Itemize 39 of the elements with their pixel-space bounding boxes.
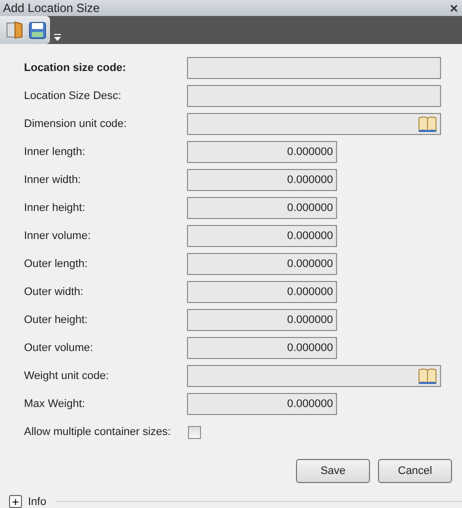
lookup-field[interactable] bbox=[187, 365, 441, 387]
number-field[interactable]: 0.000000 bbox=[187, 281, 337, 303]
save-button[interactable]: Save bbox=[296, 459, 370, 483]
section-label: Info bbox=[28, 496, 46, 508]
number-field[interactable]: 0.000000 bbox=[187, 337, 337, 359]
field-label: Inner length: bbox=[24, 146, 86, 158]
field-label: Outer height: bbox=[24, 314, 89, 326]
field-label: Dimension unit code: bbox=[24, 118, 128, 130]
number-field[interactable]: 0.000000 bbox=[187, 169, 337, 191]
field-label: Inner height: bbox=[24, 202, 86, 214]
cancel-button[interactable]: Cancel bbox=[378, 459, 452, 483]
field-label: Outer volume: bbox=[24, 342, 94, 354]
overflow-icon[interactable] bbox=[54, 34, 61, 40]
expand-button[interactable]: + bbox=[9, 495, 22, 508]
number-field[interactable]: 0.000000 bbox=[187, 309, 337, 331]
field-label: Outer width: bbox=[24, 286, 84, 298]
book-icon[interactable] bbox=[418, 368, 437, 384]
save-icon[interactable] bbox=[29, 22, 46, 38]
close-button[interactable]: × bbox=[450, 1, 458, 15]
field-label: Inner width: bbox=[24, 174, 82, 186]
number-field[interactable]: 0.000000 bbox=[187, 197, 337, 219]
number-field[interactable]: 0.000000 bbox=[187, 393, 337, 415]
number-field[interactable]: 0.000000 bbox=[187, 141, 337, 163]
input-field[interactable] bbox=[187, 85, 441, 107]
field-label: Inner volume: bbox=[24, 230, 92, 242]
checkbox[interactable] bbox=[188, 426, 201, 438]
field-label: Outer length: bbox=[24, 258, 89, 270]
book-icon[interactable] bbox=[418, 116, 437, 132]
field-label: Location Size Desc: bbox=[24, 90, 122, 102]
door-icon[interactable] bbox=[6, 21, 23, 39]
window-title: Add Location Size bbox=[3, 1, 100, 15]
field-label: Weight unit code: bbox=[24, 370, 110, 382]
number-field[interactable]: 0.000000 bbox=[187, 225, 337, 247]
lookup-field[interactable] bbox=[187, 113, 441, 135]
field-label: Location size code: bbox=[24, 62, 128, 74]
input-field[interactable] bbox=[187, 57, 441, 79]
field-label: Allow multiple container sizes: bbox=[24, 426, 172, 438]
field-label: Max Weight: bbox=[24, 398, 86, 410]
number-field[interactable]: 0.000000 bbox=[187, 253, 337, 275]
